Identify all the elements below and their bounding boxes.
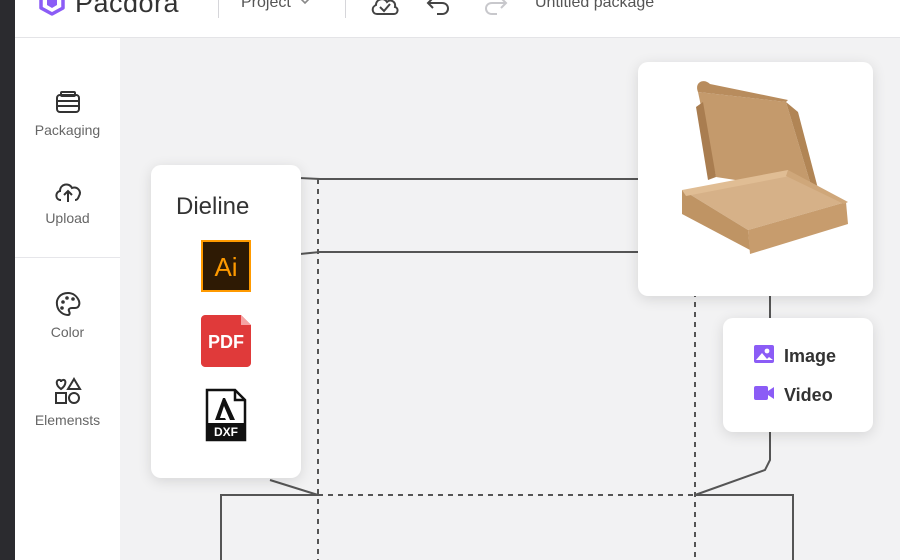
dieline-panel: Dieline Ai PDF DXF	[151, 165, 301, 478]
image-button[interactable]: Image	[753, 344, 836, 369]
project-label: Project	[241, 0, 291, 11]
package-title[interactable]: Untitled package	[535, 0, 654, 12]
left-sidebar: Packaging Upload Color Elemensts	[15, 38, 120, 560]
sidebar-item-label: Elemensts	[34, 412, 101, 428]
3d-preview-panel[interactable]	[638, 62, 873, 296]
dxf-icon: DXF	[205, 388, 247, 442]
pdf-format-button[interactable]: PDF	[201, 315, 251, 372]
sidebar-item-elements[interactable]: Elemensts	[15, 376, 120, 430]
image-icon	[753, 344, 775, 369]
dxf-format-label: DXF	[214, 425, 238, 439]
sidebar-item-label: Color	[50, 324, 85, 340]
pdf-icon: PDF	[201, 315, 251, 367]
packaging-icon	[15, 90, 120, 116]
window-edge	[0, 0, 15, 560]
sidebar-item-label: Upload	[45, 210, 90, 226]
dxf-format-button[interactable]: DXF	[201, 388, 251, 447]
undo-icon[interactable]	[425, 0, 453, 23]
redo-icon[interactable]	[481, 0, 509, 23]
app-name: Pacdora	[75, 0, 180, 18]
ai-format-button[interactable]: Ai	[201, 240, 251, 297]
media-panel: Image Video	[723, 318, 873, 432]
top-bar: Pacdora Project Untitled package	[15, 0, 900, 38]
sidebar-item-packaging[interactable]: Packaging	[15, 90, 120, 140]
video-icon	[753, 384, 775, 407]
dieline-title: Dieline	[176, 193, 250, 220]
adobe-illustrator-icon: Ai	[201, 240, 251, 292]
mailer-box-3d-preview	[682, 81, 848, 254]
app-logo[interactable]: Pacdora	[37, 0, 179, 21]
pacdora-logo-icon	[37, 0, 67, 21]
toolbar-divider	[345, 0, 346, 18]
sidebar-divider	[15, 257, 120, 258]
pdf-format-label: PDF	[208, 332, 244, 352]
image-label: Image	[784, 346, 837, 366]
elements-icon	[15, 376, 120, 406]
sidebar-item-label: Packaging	[34, 122, 101, 138]
ai-format-label: Ai	[214, 252, 237, 282]
sidebar-item-upload[interactable]: Upload	[15, 178, 120, 228]
chevron-down-icon	[299, 0, 311, 12]
toolbar-divider	[218, 0, 219, 18]
palette-icon	[15, 290, 120, 318]
project-menu-button[interactable]: Project	[241, 0, 311, 12]
upload-icon	[15, 178, 120, 204]
video-label: Video	[784, 385, 833, 405]
sidebar-item-color[interactable]: Color	[15, 290, 120, 342]
cloud-save-icon[interactable]	[369, 0, 401, 25]
video-button[interactable]: Video	[753, 384, 833, 407]
